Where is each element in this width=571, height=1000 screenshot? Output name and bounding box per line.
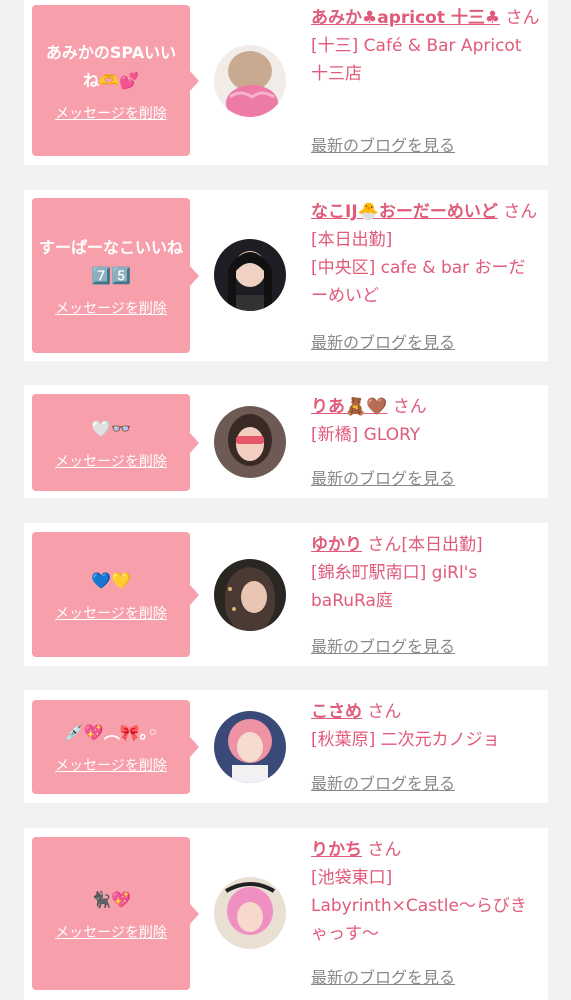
avatar[interactable] bbox=[214, 406, 286, 478]
avatar[interactable] bbox=[214, 45, 286, 117]
blog-card-3: 🤍👓 メッセージを削除 りあ🧸🤎 さん [新橋] GLORY 最新のブログを見る bbox=[24, 385, 548, 498]
message-text: 💙💛 bbox=[91, 570, 131, 590]
san-label: さん bbox=[367, 535, 402, 555]
san-label: さん bbox=[392, 397, 427, 417]
cast-name-link[interactable]: なこIJ🐣おーだーめいど bbox=[311, 202, 498, 222]
cast-name-link[interactable]: りあ🧸🤎 bbox=[311, 397, 387, 417]
blog-card-2: すーぱーなこいいね7️⃣5️⃣ メッセージを削除 なこIJ🐣おーだーめいど さん… bbox=[24, 190, 548, 361]
delete-message-link[interactable]: メッセージを削除 bbox=[55, 755, 167, 775]
cast-info: りあ🧸🤎 さん [新橋] GLORY bbox=[311, 393, 541, 449]
delete-message-link[interactable]: メッセージを削除 bbox=[55, 103, 167, 123]
message-bubble: 💙💛 メッセージを削除 bbox=[32, 532, 199, 657]
cast-info: あみか♣apricot 十三♣ さん [十三] Café & Bar Apric… bbox=[311, 4, 541, 88]
cast-name-link[interactable]: りかち bbox=[311, 840, 362, 860]
message-text: あみかのSPAいいね🫶💕 bbox=[45, 42, 177, 90]
message-text: 🐈‍⬛💖 bbox=[91, 889, 131, 909]
san-label: さん bbox=[367, 702, 402, 722]
latest-blog-link[interactable]: 最新のブログを見る bbox=[311, 633, 455, 657]
delete-message-link[interactable]: メッセージを削除 bbox=[55, 603, 167, 623]
shop-name: [新橋] GLORY bbox=[311, 425, 421, 445]
message-bubble: 💉💖︵🎀｡◦ メッセージを削除 bbox=[32, 700, 199, 794]
blog-card-4: 💙💛 メッセージを削除 ゆかり さん[本日出勤] [錦糸町駅南口] giRl's… bbox=[24, 523, 548, 666]
delete-message-link[interactable]: メッセージを削除 bbox=[55, 451, 167, 471]
shop-name: [十三] Café & Bar Apricot 十三店 bbox=[311, 36, 522, 84]
latest-blog-link[interactable]: 最新のブログを見る bbox=[311, 465, 455, 489]
san-label: さん bbox=[505, 8, 540, 28]
message-bubble: 🤍👓 メッセージを削除 bbox=[32, 394, 199, 491]
blog-card-6: 🐈‍⬛💖 メッセージを削除 りかち さん [池袋東口] Labyrinth×Ca… bbox=[24, 828, 548, 1000]
blog-card-1: あみかのSPAいいね🫶💕 メッセージを削除 あみか♣apricot 十三♣ さん… bbox=[24, 0, 548, 165]
delete-message-link[interactable]: メッセージを削除 bbox=[55, 922, 167, 942]
cast-name-link[interactable]: こさめ bbox=[311, 702, 362, 722]
message-text: すーぱーなこいいね7️⃣5️⃣ bbox=[38, 237, 183, 285]
san-label: さん bbox=[503, 202, 538, 222]
message-text: 🤍👓 bbox=[91, 418, 131, 438]
avatar[interactable] bbox=[214, 559, 286, 631]
latest-blog-link[interactable]: 最新のブログを見る bbox=[311, 770, 455, 794]
cast-name-link[interactable]: あみか♣apricot 十三♣ bbox=[311, 8, 500, 28]
cast-info: なこIJ🐣おーだーめいど さん [本日出勤] [中央区] cafe & bar お… bbox=[311, 198, 541, 310]
san-label: さん bbox=[367, 840, 402, 860]
delete-message-link[interactable]: メッセージを削除 bbox=[55, 298, 167, 318]
avatar[interactable] bbox=[214, 239, 286, 311]
shop-name: [錦糸町駅南口] giRl's baRuRa庭 bbox=[311, 563, 478, 611]
message-text: 💉💖︵🎀｡◦ bbox=[64, 723, 158, 742]
status-label: [本日出勤] bbox=[311, 230, 393, 250]
cast-info: ゆかり さん[本日出勤] [錦糸町駅南口] giRl's baRuRa庭 bbox=[311, 531, 541, 615]
cast-info: りかち さん [池袋東口] Labyrinth×Castle〜らびきゃっす〜 bbox=[311, 836, 541, 948]
latest-blog-link[interactable]: 最新のブログを見る bbox=[311, 964, 455, 988]
message-bubble: すーぱーなこいいね7️⃣5️⃣ メッセージを削除 bbox=[32, 198, 199, 353]
message-bubble: 🐈‍⬛💖 メッセージを削除 bbox=[32, 837, 199, 990]
cast-info: こさめ さん [秋葉原] 二次元カノジョ bbox=[311, 698, 541, 754]
avatar[interactable] bbox=[214, 877, 286, 949]
shop-name: [秋葉原] 二次元カノジョ bbox=[311, 730, 500, 750]
status-label: [本日出勤] bbox=[401, 535, 483, 555]
avatar[interactable] bbox=[214, 711, 286, 783]
message-bubble: あみかのSPAいいね🫶💕 メッセージを削除 bbox=[32, 5, 199, 156]
latest-blog-link[interactable]: 最新のブログを見る bbox=[311, 132, 455, 156]
shop-name: [池袋東口] Labyrinth×Castle〜らびきゃっす〜 bbox=[311, 868, 527, 944]
shop-name: [中央区] cafe & bar おーだーめいど bbox=[311, 258, 526, 306]
blog-card-5: 💉💖︵🎀｡◦ メッセージを削除 こさめ さん [秋葉原] 二次元カノジョ 最新の… bbox=[24, 690, 548, 803]
latest-blog-link[interactable]: 最新のブログを見る bbox=[311, 329, 455, 353]
cast-name-link[interactable]: ゆかり bbox=[311, 535, 362, 555]
